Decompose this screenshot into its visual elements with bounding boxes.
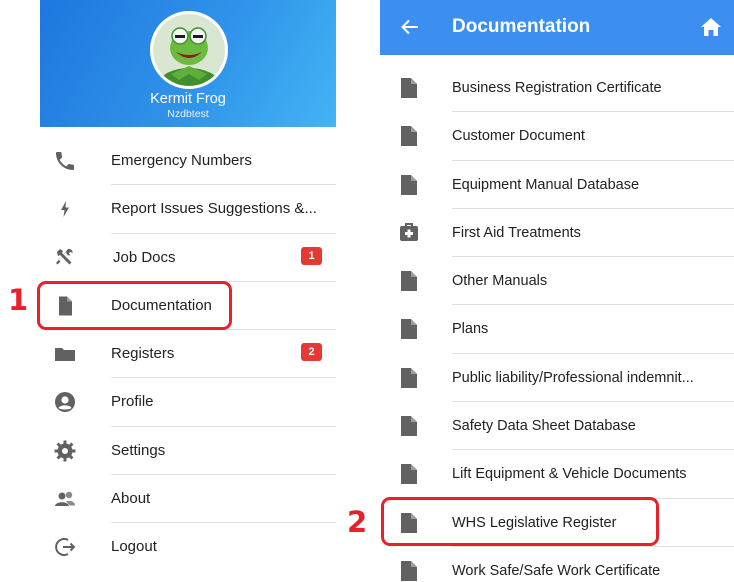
drawer-item-label: Logout	[111, 538, 157, 556]
document-icon	[400, 367, 418, 388]
drawer-item-job-docs[interactable]: Job Docs 1	[40, 234, 336, 282]
doc-item-work-safe-certificate[interactable]: Work Safe/Safe Work Certificate	[380, 547, 734, 582]
profile-icon	[53, 390, 77, 414]
doc-item-label: Safety Data Sheet Database	[452, 418, 636, 435]
document-icon	[400, 174, 418, 195]
first-aid-icon	[400, 222, 418, 243]
doc-item-lift-equipment-vehicle-documents[interactable]: Lift Equipment & Vehicle Documents	[380, 450, 734, 499]
doc-item-other-manuals[interactable]: Other Manuals	[380, 257, 734, 306]
doc-item-safety-data-sheet-database[interactable]: Safety Data Sheet Database	[380, 402, 734, 451]
doc-item-label: Public liability/Professional indemnit..…	[452, 369, 694, 386]
doc-item-plans[interactable]: Plans	[380, 305, 734, 354]
document-icon	[400, 271, 418, 292]
drawer-item-logout[interactable]: Logout	[40, 523, 336, 571]
step-1-highlight-box	[37, 281, 232, 330]
doc-item-label: Equipment Manual Database	[452, 176, 640, 193]
bolt-icon	[53, 197, 77, 221]
doc-item-first-aid-treatments[interactable]: First Aid Treatments	[380, 209, 734, 258]
doc-item-public-liability[interactable]: Public liability/Professional indemnit..…	[380, 354, 734, 403]
drawer-item-label: Profile	[111, 393, 154, 411]
app-bar: Documentation	[380, 0, 734, 55]
drawer-item-emergency-numbers[interactable]: Emergency Numbers	[40, 137, 336, 186]
step-1-marker: 1	[8, 283, 29, 317]
drawer-item-label: Emergency Numbers	[111, 152, 252, 169]
home-icon[interactable]	[700, 16, 722, 38]
doc-item-label: Plans	[452, 321, 489, 338]
doc-item-label: Lift Equipment & Vehicle Documents	[452, 466, 687, 483]
registers-count-badge: 2	[301, 343, 322, 362]
drawer-item-registers[interactable]: Registers 2	[40, 330, 336, 379]
folder-icon	[53, 342, 77, 366]
step-2-marker: 2	[347, 505, 368, 539]
step-2-highlight-box	[381, 497, 659, 546]
doc-item-label: First Aid Treatments	[452, 224, 581, 241]
drawer-item-label: Registers	[111, 345, 175, 363]
drawer-item-label: Settings	[111, 441, 166, 459]
doc-item-label: Work Safe/Safe Work Certificate	[452, 562, 661, 579]
doc-item-label: Other Manuals	[452, 273, 548, 290]
document-icon	[400, 464, 418, 485]
document-icon	[400, 319, 418, 340]
document-icon	[400, 78, 418, 98]
drawer-item-report-issues[interactable]: Report Issues Suggestions &...	[40, 185, 336, 234]
drawer-menu: Emergency Numbers Report Issues Suggesti…	[40, 137, 336, 572]
drawer-item-label: Report Issues Suggestions &...	[111, 200, 317, 218]
drawer-item-profile[interactable]: Profile	[40, 378, 336, 427]
drawer-item-settings[interactable]: Settings	[40, 427, 336, 476]
back-arrow-icon[interactable]	[398, 15, 422, 39]
drawer-item-label: About	[111, 490, 151, 508]
page-title: Documentation	[452, 16, 591, 37]
drawer-item-label: Job Docs	[113, 248, 176, 266]
doc-item-label: Customer Document	[452, 128, 585, 145]
tools-icon	[53, 246, 77, 270]
drawer-header: Kermit Frog Nzdbtest	[40, 0, 336, 127]
about-icon	[53, 487, 77, 511]
logout-icon	[53, 535, 77, 559]
avatar[interactable]	[150, 11, 228, 89]
phone-icon	[53, 149, 77, 173]
doc-item-equipment-manual-database[interactable]: Equipment Manual Database	[380, 161, 734, 209]
doc-item-business-registration-certificate[interactable]: Business Registration Certificate	[380, 64, 734, 113]
settings-icon	[53, 439, 77, 463]
frog-avatar-image	[153, 14, 225, 86]
documentation-screen: Documentation Business Registration Cert…	[380, 0, 734, 582]
screenshot-root: Kermit Frog Nzdbtest Emergency Numbers R…	[0, 0, 734, 582]
document-icon	[400, 416, 418, 437]
doc-item-label: Business Registration Certificate	[452, 80, 662, 96]
user-subtitle: Nzdbtest	[167, 108, 209, 120]
document-icon	[400, 126, 418, 147]
job-docs-count-badge: 1	[301, 246, 322, 265]
drawer-item-about[interactable]: About	[40, 475, 336, 524]
doc-item-customer-document[interactable]: Customer Document	[380, 112, 734, 161]
user-name: Kermit Frog	[150, 91, 226, 107]
document-icon	[400, 560, 418, 581]
